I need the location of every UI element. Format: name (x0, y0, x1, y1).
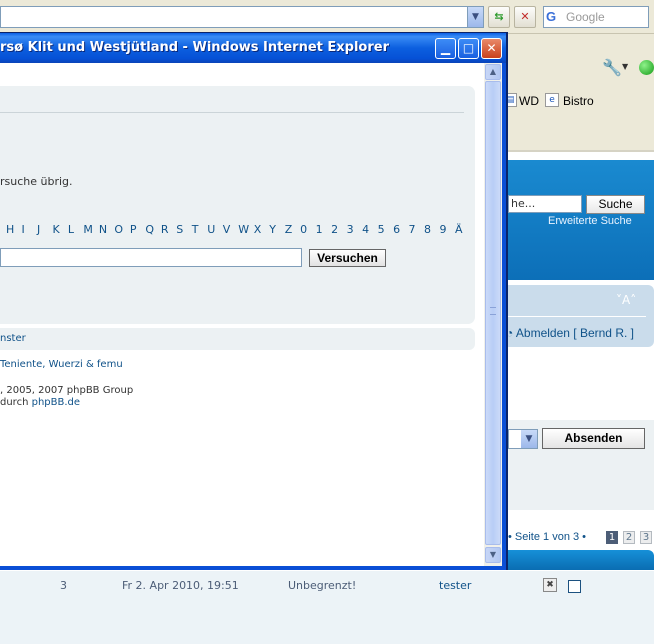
try-button[interactable]: Versuchen (309, 249, 386, 267)
letter-link[interactable]: 3 (347, 223, 354, 236)
submit-button[interactable]: Absenden (542, 428, 645, 449)
letter-link[interactable]: R (161, 223, 169, 236)
close-icon[interactable]: ✕ (481, 38, 502, 59)
letter-link[interactable]: 4 (362, 223, 369, 236)
minimize-icon[interactable]: ▁ (435, 38, 456, 59)
google-logo-icon: G (546, 9, 557, 24)
letter-link[interactable]: 8 (424, 223, 431, 236)
table-header-bar (508, 550, 654, 570)
letter-link[interactable]: 9 (440, 223, 447, 236)
letter-link[interactable]: 5 (378, 223, 385, 236)
letter-link[interactable]: X (254, 223, 262, 236)
letter-link[interactable]: K (52, 223, 59, 236)
scroll-down-icon[interactable]: ▼ (485, 547, 501, 563)
window-frame-bottom (0, 566, 506, 570)
favorite-wd[interactable]: WD (519, 94, 539, 108)
copyright-prefix: durch (0, 397, 32, 408)
forum-search-button[interactable]: Suche (586, 195, 645, 214)
password-input[interactable] (0, 248, 302, 267)
panel-divider (0, 112, 464, 113)
letter-link[interactable]: W (238, 223, 249, 236)
letter-link[interactable]: O (114, 223, 123, 236)
row-duration: Unbegrenzt! (288, 579, 357, 592)
letter-link[interactable]: J (37, 223, 40, 236)
row-date: Fr 2. Apr 2010, 19:51 (122, 579, 239, 592)
footer-panel (0, 328, 475, 350)
select-chevron-down-icon[interactable]: ▼ (521, 430, 537, 448)
letter-link[interactable]: I (21, 223, 24, 236)
logout-label: Abmelden [ Bernd R. ] (515, 326, 634, 340)
letter-link[interactable]: S (176, 223, 183, 236)
bistro-favorite-icon: e (545, 93, 559, 107)
letter-link[interactable]: L (68, 223, 74, 236)
row-checkbox[interactable] (568, 580, 581, 593)
status-icon (639, 60, 654, 75)
scroll-up-icon[interactable]: ▲ (485, 64, 501, 80)
font-size-controls[interactable]: ˅A˄ (616, 293, 636, 307)
online-users[interactable]: Teniente, Wuerzi & femu (0, 359, 123, 370)
tools-dropdown-icon[interactable]: ▼ (622, 62, 628, 71)
tools-icon[interactable]: 🔧 (602, 58, 622, 77)
letter-link[interactable]: U (207, 223, 215, 236)
favorite-bistro[interactable]: Bistro (563, 94, 594, 108)
stop-icon[interactable]: ✕ (514, 6, 536, 28)
logout-link[interactable]: ◔ Abmelden [ Bernd R. ] (506, 326, 634, 340)
letter-link[interactable]: Ä (455, 223, 463, 236)
letter-link[interactable]: P (130, 223, 137, 236)
refresh-icon[interactable]: ⇆ (488, 6, 510, 28)
letter-link[interactable]: T (192, 223, 199, 236)
letter-link[interactable]: 2 (331, 223, 338, 236)
letter-link[interactable]: M (83, 223, 93, 236)
navbar-divider (508, 316, 646, 317)
letter-link[interactable]: N (99, 223, 107, 236)
letter-link[interactable]: 6 (393, 223, 400, 236)
advanced-search-link[interactable]: Erweiterte Suche (548, 215, 632, 227)
row-count: 3 (60, 579, 67, 592)
delete-icon[interactable]: ✖ (543, 578, 557, 592)
pagination-text: • Seite 1 von 3 • (508, 531, 587, 543)
page-2-button[interactable]: 2 (623, 531, 635, 544)
letter-link[interactable]: 7 (409, 223, 416, 236)
footer-link[interactable]: nster (0, 333, 26, 344)
letter-link[interactable]: Q (145, 223, 154, 236)
address-dropdown-icon[interactable]: ▼ (467, 7, 483, 27)
popup-title: rsø Klit und Westjütland - Windows Inter… (0, 40, 389, 55)
letter-link[interactable]: 1 (316, 223, 323, 236)
password-panel (0, 86, 475, 324)
copyright-line-1: , 2005, 2007 phpBB Group (0, 385, 134, 396)
letter-link[interactable]: V (223, 223, 231, 236)
scroll-grip-icon (490, 307, 496, 315)
letter-link[interactable]: Z (285, 223, 293, 236)
letter-link[interactable]: H (6, 223, 14, 236)
row-user-link[interactable]: tester (439, 579, 471, 592)
page-3-button[interactable]: 3 (640, 531, 652, 544)
phpbb-de-link[interactable]: phpBB.de (32, 397, 80, 408)
maximize-icon[interactable]: □ (458, 38, 479, 59)
window-frame-right (502, 63, 506, 568)
page-1-button[interactable]: 1 (606, 531, 618, 544)
copyright-line-2: durch phpBB.de (0, 397, 80, 408)
attempts-text: rsuche übrig. (0, 175, 73, 188)
address-bar[interactable] (0, 6, 484, 28)
letter-link[interactable]: 0 (300, 223, 307, 236)
forum-search-input[interactable]: he... (508, 195, 582, 213)
letter-link[interactable]: Y (269, 223, 276, 236)
